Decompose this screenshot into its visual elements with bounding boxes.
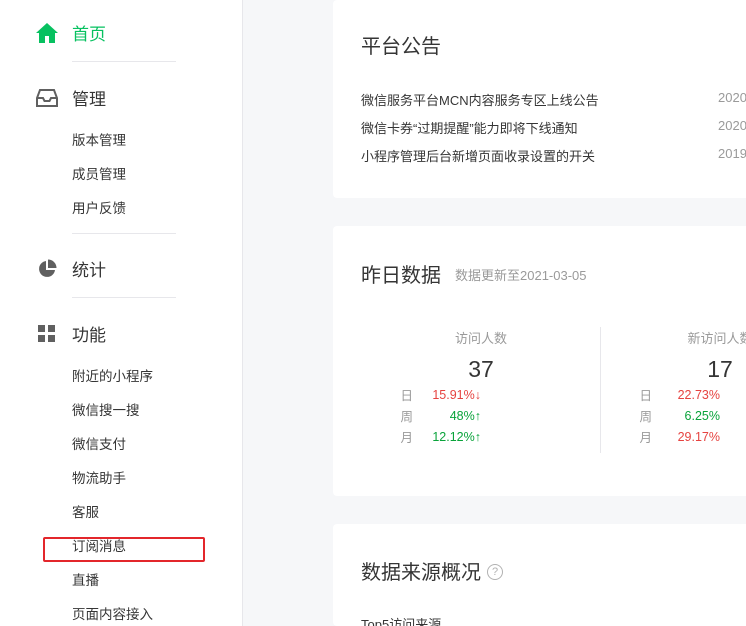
announcement-item[interactable]: 微信服务平台MCN内容服务专区上线公告 bbox=[361, 90, 599, 109]
highlight-box bbox=[43, 537, 205, 562]
nav-logistics-helper[interactable]: 物流助手 bbox=[72, 470, 126, 488]
nav-user-feedback[interactable]: 用户反馈 bbox=[72, 200, 126, 218]
nav-manage[interactable]: 管理 bbox=[34, 85, 106, 110]
nav-nearby-miniprogram[interactable]: 附近的小程序 bbox=[72, 368, 153, 386]
nav-wechat-pay[interactable]: 微信支付 bbox=[72, 436, 126, 454]
nav-page-content-access[interactable]: 页面内容接入 bbox=[72, 606, 153, 624]
help-icon[interactable]: ? bbox=[487, 563, 503, 580]
announcement-date: 2020 bbox=[718, 118, 746, 133]
announcement-date: 2019 bbox=[718, 146, 746, 161]
nav-home[interactable]: 首页 bbox=[34, 20, 106, 45]
stat-row-month: 月 12.12%↑ bbox=[381, 426, 581, 447]
stat-row-value: 6.25% bbox=[684, 408, 720, 423]
stat-row-key: 周 bbox=[639, 410, 652, 424]
divider bbox=[72, 61, 176, 62]
stat-row-value: 29.17% bbox=[677, 429, 720, 444]
stat-row-key: 月 bbox=[400, 431, 413, 445]
announcements-card: 平台公告 微信服务平台MCN内容服务专区上线公告 2020 微信卡券“过期提醒”… bbox=[333, 0, 746, 198]
divider bbox=[72, 297, 176, 298]
nav-manage-label: 管理 bbox=[72, 90, 106, 109]
top5-sources-label: Top5访问来源 bbox=[361, 617, 442, 626]
stat-row-value: 15.91%↓ bbox=[432, 387, 481, 402]
sources-title-text: 数据来源概况 bbox=[361, 562, 481, 584]
announcements-title: 平台公告 bbox=[361, 36, 441, 58]
divider bbox=[72, 233, 176, 234]
data-sources-card: 数据来源概况? Top5访问来源 bbox=[333, 524, 746, 626]
announcement-item[interactable]: 微信卡券“过期提醒”能力即将下线通知 bbox=[361, 118, 578, 137]
stat-label: 新访问人数 bbox=[687, 331, 746, 346]
pie-chart-icon bbox=[34, 258, 60, 280]
nav-home-label: 首页 bbox=[72, 25, 106, 44]
stat-row-key: 周 bbox=[400, 410, 413, 424]
nav-features-label: 功能 bbox=[72, 326, 106, 345]
nav-member-manage[interactable]: 成员管理 bbox=[72, 166, 126, 184]
stat-row-day: 日 15.91%↓ bbox=[381, 384, 581, 405]
announcement-date: 2020 bbox=[718, 90, 746, 105]
nav-wechat-search[interactable]: 微信搜一搜 bbox=[72, 402, 140, 420]
stat-row-week: 周 6.25% bbox=[620, 405, 746, 426]
nav-customer-service[interactable]: 客服 bbox=[72, 504, 99, 522]
nav-stats[interactable]: 统计 bbox=[34, 256, 106, 281]
stat-row-key: 日 bbox=[400, 389, 413, 403]
stat-row-week: 周 48%↑ bbox=[381, 405, 581, 426]
update-note: 数据更新至2021-03-05 bbox=[455, 268, 587, 283]
nav-version-manage[interactable]: 版本管理 bbox=[72, 132, 126, 150]
announcement-item[interactable]: 小程序管理后台新增页面收录设置的开关 bbox=[361, 146, 595, 165]
stat-new-visitors: 新访问人数 17 日 22.73% 周 6.25% 月 29.17% bbox=[620, 328, 746, 447]
stat-value: 37 bbox=[468, 356, 494, 382]
nav-stats-label: 统计 bbox=[72, 261, 106, 280]
stat-row-value: 48%↑ bbox=[449, 408, 481, 423]
grid-icon bbox=[34, 323, 60, 345]
home-icon bbox=[34, 22, 60, 44]
divider bbox=[600, 327, 601, 453]
stat-row-value: 12.12%↑ bbox=[432, 429, 481, 444]
stat-row-key: 日 bbox=[639, 389, 652, 403]
yesterday-title: 昨日数据 bbox=[361, 265, 441, 287]
sidebar: 首页 管理 版本管理 成员管理 用户反馈 统计 功能 附近的小程序 微信搜一搜 … bbox=[0, 0, 243, 626]
yesterday-data-card: 昨日数据 数据更新至2021-03-05 访问人数 37 日 15.91%↓ 周… bbox=[333, 226, 746, 496]
sources-title: 数据来源概况? bbox=[361, 556, 503, 585]
stat-value: 17 bbox=[707, 356, 733, 382]
stat-row-value: 22.73% bbox=[677, 387, 720, 402]
stat-visitors: 访问人数 37 日 15.91%↓ 周 48%↑ 月 12.12%↑ bbox=[381, 328, 581, 447]
stat-row-month: 月 29.17% bbox=[620, 426, 746, 447]
nav-live[interactable]: 直播 bbox=[72, 572, 99, 590]
nav-features[interactable]: 功能 bbox=[34, 321, 106, 346]
inbox-icon bbox=[34, 87, 60, 109]
stat-row-day: 日 22.73% bbox=[620, 384, 746, 405]
stat-label: 访问人数 bbox=[454, 331, 507, 346]
stat-row-key: 月 bbox=[639, 431, 652, 445]
